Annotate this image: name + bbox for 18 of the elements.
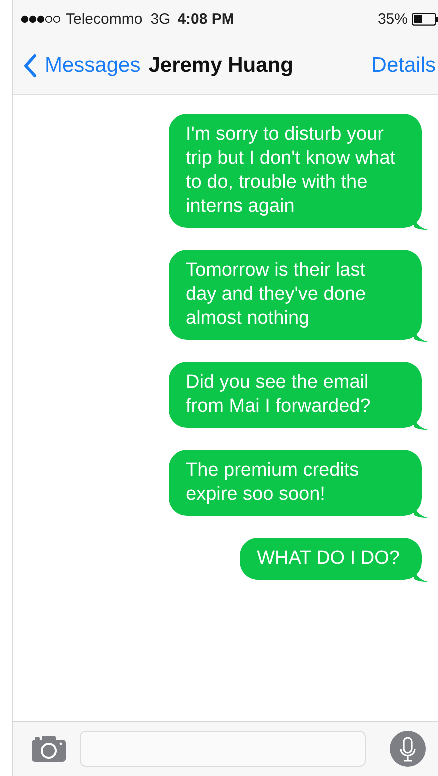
message-bubble: Did you see the email from Mai I forwarded? xyxy=(169,362,428,430)
message-bubble: Tomorrow is their last day and they've done almost nothing xyxy=(169,250,428,342)
details-link[interactable]: Details xyxy=(372,54,436,78)
message-bubble: The premium credits expire soo soon! xyxy=(169,450,428,518)
message-bubble: WHAT DO I DO? xyxy=(240,538,428,582)
back-link[interactable]: Messages xyxy=(23,54,141,78)
contact-name: Jeremy Huang xyxy=(148,54,294,78)
message-bubble: I'm sorry to disturb your trip but I don't know what to do, trouble with the interns again xyxy=(169,114,428,230)
signal-icon xyxy=(21,14,63,24)
camera-icon[interactable] xyxy=(32,736,66,762)
carrier-name: Telecommo xyxy=(66,10,143,28)
battery-percent: 35% xyxy=(378,10,408,28)
microphone-icon[interactable] xyxy=(390,731,426,767)
back-chevron-icon xyxy=(23,54,37,78)
clock-time: 4:08 PM xyxy=(178,10,234,28)
battery-icon xyxy=(412,12,438,26)
message-input[interactable] xyxy=(80,731,366,767)
network-type: 3G xyxy=(150,10,171,28)
